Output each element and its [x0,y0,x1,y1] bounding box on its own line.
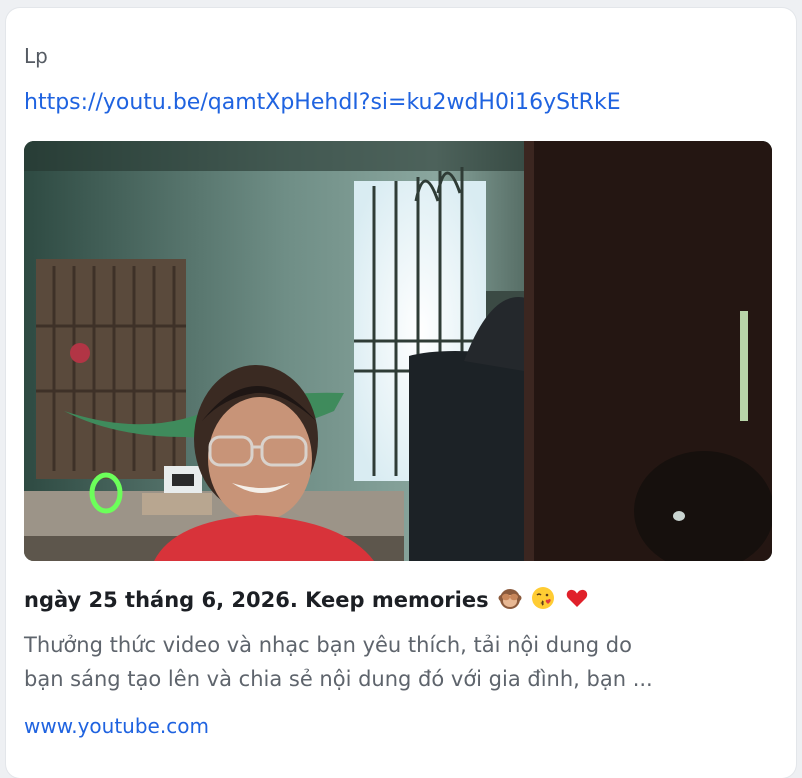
preview-title-text: ngày 25 tháng 6, 2026. Keep memories [24,588,489,612]
link-preview-card[interactable]: Lp https://youtu.be/qamtXpHehdI?si=ku2wd… [6,8,796,778]
preview-description: Thưởng thức video và nhạc bạn yêu thích,… [24,628,764,696]
red-heart-icon [565,586,589,615]
sender-name: Lp [24,44,48,68]
see-no-evil-monkey-icon [498,586,522,615]
kissing-face-icon [531,586,555,615]
preview-title[interactable]: ngày 25 tháng 6, 2026. Keep memories [24,586,589,615]
preview-domain-link[interactable]: www.youtube.com [24,714,209,738]
video-thumbnail[interactable] [24,141,772,561]
description-line: Thưởng thức video và nhạc bạn yêu thích,… [24,633,632,657]
description-line: bạn sáng tạo lên và chia sẻ nội dung đó … [24,667,653,691]
shared-url-link[interactable]: https://youtu.be/qamtXpHehdI?si=ku2wdH0i… [24,90,621,115]
